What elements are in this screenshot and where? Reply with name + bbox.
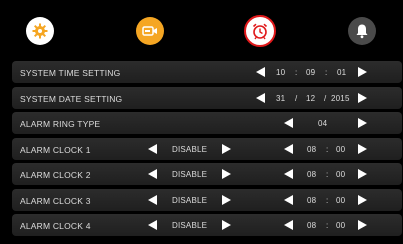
alarm-state-next-arrow[interactable] <box>222 169 231 179</box>
settings-list: SYSTEM TIME SETTING 10 : 09 : 01 SYSTEM … <box>12 61 402 240</box>
alarm-hour-value[interactable]: 08 <box>307 196 316 205</box>
alarm-time-decrease-arrow[interactable] <box>284 220 293 230</box>
alarm-clock-row[interactable]: ALARM CLOCK 3 DISABLE 08 : 00 <box>12 188 402 211</box>
alarm-state-value[interactable]: DISABLE <box>172 145 207 154</box>
time-increase-arrow[interactable] <box>358 67 367 77</box>
alarm-hour-value[interactable]: 08 <box>307 221 316 230</box>
date-separator: / <box>295 93 298 103</box>
date-decrease-arrow[interactable] <box>256 92 265 103</box>
alarm-ring-type-label: ALARM RING TYPE <box>20 119 101 129</box>
date-year-value[interactable]: 2015 <box>331 94 350 103</box>
alarm-state-next-arrow[interactable] <box>222 143 231 154</box>
video-camera-icon[interactable] <box>136 17 164 45</box>
time-separator: : <box>325 68 328 77</box>
alarm-time-decrease-arrow[interactable] <box>284 169 293 179</box>
alarm-state-prev-arrow[interactable] <box>148 194 157 205</box>
alarm-time-increase-arrow[interactable] <box>358 169 367 179</box>
alarm-clock-row[interactable]: ALARM CLOCK 1 DISABLE 08 : 00 <box>12 137 402 160</box>
alarm-clock-label: ALARM CLOCK 1 <box>20 144 91 155</box>
system-time-row[interactable]: SYSTEM TIME SETTING 10 : 09 : 01 <box>12 61 402 83</box>
alarm-time-increase-arrow[interactable] <box>358 220 367 230</box>
system-date-row[interactable]: SYSTEM DATE SETTING 31 / 12 / 2015 <box>12 86 402 109</box>
alarm-state-value[interactable]: DISABLE <box>172 196 207 205</box>
alarm-time-separator: : <box>326 195 329 205</box>
alarm-hour-value[interactable]: 08 <box>307 170 316 179</box>
alarm-clock-row[interactable]: ALARM CLOCK 4 DISABLE 08 : 00 <box>12 214 402 236</box>
time-hour-value[interactable]: 10 <box>276 68 285 77</box>
alarm-minute-value[interactable]: 00 <box>336 170 345 179</box>
alarm-time-decrease-arrow[interactable] <box>284 143 293 154</box>
bell-icon[interactable] <box>348 17 376 45</box>
system-time-label: SYSTEM TIME SETTING <box>20 68 121 78</box>
alarm-time-increase-arrow[interactable] <box>358 194 367 205</box>
time-minute-value[interactable]: 09 <box>306 68 315 77</box>
settings-gear-icon[interactable] <box>26 17 54 45</box>
alarm-ring-type-row[interactable]: ALARM RING TYPE 04 <box>12 112 402 134</box>
alarm-time-increase-arrow[interactable] <box>358 143 367 154</box>
date-month-value[interactable]: 12 <box>306 94 315 103</box>
alarm-time-separator: : <box>326 221 329 230</box>
date-day-value[interactable]: 31 <box>276 94 285 103</box>
time-second-value[interactable]: 01 <box>337 68 346 77</box>
ring-type-value[interactable]: 04 <box>318 119 327 128</box>
alarm-state-next-arrow[interactable] <box>222 194 231 205</box>
date-separator: / <box>324 93 327 103</box>
alarm-minute-value[interactable]: 00 <box>336 221 345 230</box>
date-increase-arrow[interactable] <box>358 92 367 103</box>
alarm-clock-label: ALARM CLOCK 4 <box>20 221 91 231</box>
alarm-state-value[interactable]: DISABLE <box>172 221 207 230</box>
alarm-clock-row[interactable]: ALARM CLOCK 2 DISABLE 08 : 00 <box>12 163 402 185</box>
alarm-clock-label: ALARM CLOCK 2 <box>20 170 91 180</box>
alarm-time-separator: : <box>326 170 329 179</box>
alarm-state-prev-arrow[interactable] <box>148 220 157 230</box>
alarm-state-value[interactable]: DISABLE <box>172 170 207 179</box>
alarm-time-decrease-arrow[interactable] <box>284 194 293 205</box>
alarm-time-separator: : <box>326 144 329 154</box>
system-date-label: SYSTEM DATE SETTING <box>20 93 123 104</box>
alarm-minute-value[interactable]: 00 <box>336 145 345 154</box>
time-separator: : <box>295 68 298 77</box>
top-tab-bar <box>0 0 403 58</box>
alarm-state-prev-arrow[interactable] <box>148 143 157 154</box>
alarm-state-next-arrow[interactable] <box>222 220 231 230</box>
alarm-state-prev-arrow[interactable] <box>148 169 157 179</box>
time-decrease-arrow[interactable] <box>256 67 265 77</box>
alarm-clock-label: ALARM CLOCK 3 <box>20 195 91 206</box>
alarm-minute-value[interactable]: 00 <box>336 196 345 205</box>
alarm-clock-icon[interactable] <box>244 15 276 47</box>
ring-increase-arrow[interactable] <box>358 118 367 128</box>
alarm-hour-value[interactable]: 08 <box>307 145 316 154</box>
ring-decrease-arrow[interactable] <box>284 118 293 128</box>
